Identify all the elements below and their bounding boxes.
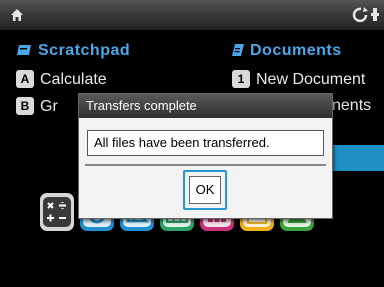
dialog-title: Transfers complete [79, 94, 332, 118]
scratchpad-header[interactable]: Scratchpad [16, 42, 130, 62]
selected-item-highlight[interactable] [326, 145, 384, 171]
shortcut-key-a: A [16, 70, 34, 88]
menu-item-label: Calculate [40, 71, 107, 88]
calculator-icon[interactable] [40, 193, 74, 231]
shortcut-key-1: 1 [232, 70, 250, 88]
menu-item-new-document[interactable]: 1 New Document [232, 70, 365, 89]
documents-title: Documents [250, 42, 342, 59]
scratchpad-icon [16, 43, 32, 62]
ok-button[interactable]: OK [189, 176, 221, 204]
refresh-settings-icon[interactable] [352, 6, 384, 29]
menu-item-label: New Document [256, 71, 366, 88]
ok-button-focus-ring: OK [183, 170, 227, 210]
scratchpad-title: Scratchpad [38, 42, 131, 59]
dialog-divider [85, 164, 326, 166]
shortcut-key-b: B [16, 97, 34, 115]
menu-item-label: nents [332, 97, 372, 114]
menu-item-graph[interactable]: B Gr [16, 97, 58, 116]
transfers-complete-dialog: Transfers complete All files have been t… [78, 93, 333, 219]
menu-item-calculate[interactable]: A Calculate [16, 70, 107, 89]
documents-header[interactable]: Documents [232, 42, 342, 62]
documents-icon [232, 43, 244, 62]
top-bar [0, 0, 384, 30]
dialog-message: All files have been transferred. [87, 130, 324, 156]
menu-item-label: Gr [40, 98, 58, 115]
menu-item-documents-partial[interactable]: nents [332, 97, 371, 115]
home-icon[interactable] [9, 6, 25, 27]
